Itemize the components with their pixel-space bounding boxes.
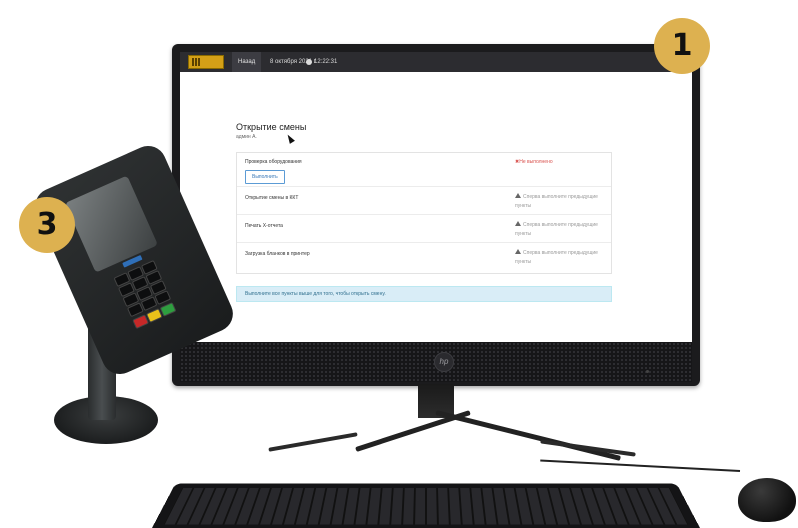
keyboard bbox=[152, 483, 700, 528]
step-label: Открытие смены в ККТ bbox=[245, 195, 299, 201]
monitor-stand-foot bbox=[540, 439, 636, 457]
user-name: админ А. bbox=[236, 134, 257, 140]
execute-button[interactable]: Выполнить bbox=[245, 170, 285, 184]
step-status-error: ✖Не выполнено bbox=[515, 159, 553, 165]
step-number-badge-3: 3 bbox=[19, 197, 75, 253]
mouse-cable bbox=[540, 459, 741, 472]
hp-logo-icon: hp bbox=[434, 352, 454, 372]
app-logo[interactable] bbox=[188, 55, 224, 69]
step-row-load-blanks: Загрузка бланков в принтер Сперва выполн… bbox=[237, 243, 611, 273]
monitor-screen: Назад 8 октября 2021 г. 12:22:31 Открыти… bbox=[180, 52, 692, 342]
monitor-speaker-grille: hp bbox=[180, 342, 692, 382]
shift-steps-panel: Проверка оборудования Выполнить ✖Не выпо… bbox=[236, 152, 612, 274]
terminal-screen bbox=[64, 175, 158, 273]
power-led bbox=[646, 370, 649, 373]
step-label: Печать X-отчета bbox=[245, 223, 283, 229]
step-label: Проверка оборудования bbox=[245, 159, 302, 165]
step-row-x-report: Печать X-отчета Сперва выполните предыду… bbox=[237, 215, 611, 243]
step-status-warning: Сперва выполните предыдущие пункты bbox=[515, 193, 598, 209]
computer-mouse bbox=[738, 478, 796, 522]
warning-icon bbox=[515, 193, 521, 198]
warning-icon bbox=[515, 221, 521, 226]
step-number-badge-1: 1 bbox=[654, 18, 710, 74]
info-alert: Выполните все пункты выше для того, чтоб… bbox=[236, 286, 612, 302]
current-time: 12:22:31 bbox=[314, 59, 338, 65]
step-row-equipment-check: Проверка оборудования Выполнить ✖Не выпо… bbox=[237, 153, 611, 187]
page-title: Открытие смены bbox=[236, 122, 307, 132]
app-navbar: Назад 8 октября 2021 г. 12:22:31 bbox=[180, 52, 692, 72]
monitor-stand-foot bbox=[268, 432, 358, 452]
back-link[interactable]: Назад bbox=[232, 52, 262, 72]
monitor-stand-leg bbox=[435, 410, 621, 461]
monitor: Назад 8 октября 2021 г. 12:22:31 Открыти… bbox=[172, 44, 700, 386]
clock-icon bbox=[306, 59, 312, 65]
keyboard-keys bbox=[163, 488, 689, 525]
step-label: Загрузка бланков в принтер bbox=[245, 251, 310, 257]
step-status-warning: Сперва выполните предыдущие пункты bbox=[515, 249, 598, 265]
step-status-warning: Сперва выполните предыдущие пункты bbox=[515, 221, 598, 237]
step-row-open-shift-kkt: Открытие смены в ККТ Сперва выполните пр… bbox=[237, 187, 611, 215]
warning-icon bbox=[515, 249, 521, 254]
mouse-cursor-icon bbox=[285, 133, 295, 144]
